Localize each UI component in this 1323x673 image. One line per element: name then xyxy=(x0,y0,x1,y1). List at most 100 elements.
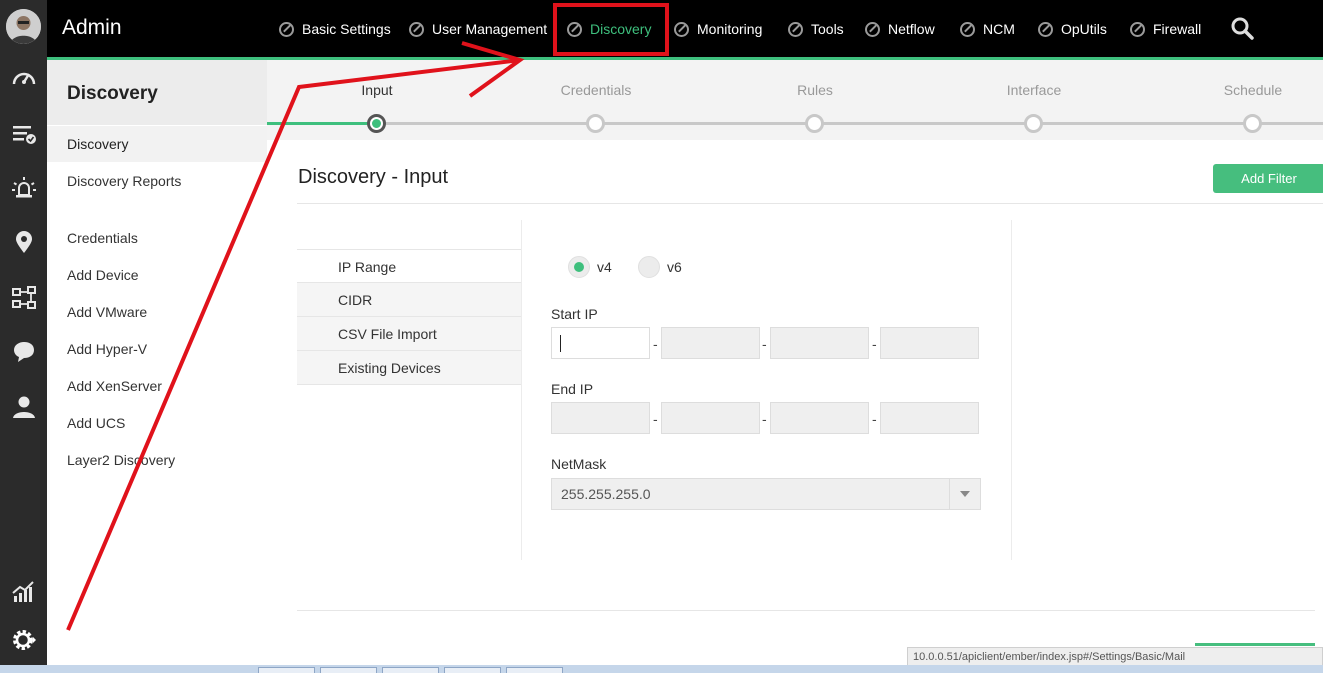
start-ip-octet-1[interactable] xyxy=(551,327,650,359)
main-panel: Input Credentials Rules Interface Schedu… xyxy=(267,60,1323,665)
nav-firewall[interactable]: Firewall xyxy=(1130,18,1201,40)
step-dot-credentials[interactable] xyxy=(586,114,605,133)
start-ip-octet-4[interactable] xyxy=(880,327,979,359)
stepper-progress xyxy=(267,122,377,125)
search-icon[interactable] xyxy=(1230,16,1254,40)
ip-separator: - xyxy=(653,336,658,352)
user-icon[interactable] xyxy=(0,389,47,425)
step-label-input[interactable]: Input xyxy=(317,82,437,98)
radio-label: v6 xyxy=(667,259,682,275)
step-dot-interface[interactable] xyxy=(1024,114,1043,133)
netmask-select[interactable]: 255.255.255.0 xyxy=(551,478,981,510)
nav-label: User Management xyxy=(432,21,548,37)
ip-separator: - xyxy=(872,336,877,352)
step-label-rules[interactable]: Rules xyxy=(755,82,875,98)
discovery-method-tabs: IP Range CIDR CSV File Import Existing D… xyxy=(297,249,522,385)
nav-label: OpUtils xyxy=(1061,21,1107,37)
end-ip-octet-1[interactable] xyxy=(551,402,650,434)
divider xyxy=(521,220,522,560)
nav-monitoring[interactable]: Monitoring xyxy=(674,18,762,40)
end-ip-octet-4[interactable] xyxy=(880,402,979,434)
page-title: Discovery - Input xyxy=(298,166,449,188)
netmask-value: 255.255.255.0 xyxy=(561,486,651,502)
nav-oputils[interactable]: OpUtils xyxy=(1038,18,1107,40)
ip-separator: - xyxy=(762,411,767,427)
compass-icon xyxy=(1038,21,1053,37)
map-pin-icon[interactable] xyxy=(0,224,47,260)
step-label-interface[interactable]: Interface xyxy=(974,82,1094,98)
compass-icon xyxy=(674,21,689,37)
add-filter-button[interactable]: Add Filter xyxy=(1213,164,1323,193)
step-dot-schedule[interactable] xyxy=(1243,114,1262,133)
ip-separator: - xyxy=(762,336,767,352)
tab-ip-range[interactable]: IP Range xyxy=(297,249,522,283)
start-ip-label: Start IP xyxy=(551,306,598,322)
nav-label: NCM xyxy=(983,21,1015,37)
start-ip-octet-2[interactable] xyxy=(661,327,760,359)
sidebar-item-layer2-discovery[interactable]: Layer2 Discovery xyxy=(47,442,267,478)
sidebar-item-add-device[interactable]: Add Device xyxy=(47,257,267,293)
workflow-icon[interactable] xyxy=(0,280,47,316)
status-bar-url: 10.0.0.51/apiclient/ember/index.jsp#/Set… xyxy=(907,647,1323,667)
icon-rail xyxy=(0,0,47,665)
netmask-label: NetMask xyxy=(551,456,607,472)
compass-icon xyxy=(279,21,294,37)
step-dot-input[interactable] xyxy=(367,114,386,133)
nav-tools[interactable]: Tools xyxy=(788,18,844,40)
compass-icon xyxy=(409,21,424,37)
start-ip-octet-3[interactable] xyxy=(770,327,869,359)
alarms-list-icon[interactable] xyxy=(0,116,47,152)
chat-icon[interactable] xyxy=(0,334,47,370)
select-divider xyxy=(949,479,950,509)
sidebar-item-add-hyper-v[interactable]: Add Hyper-V xyxy=(47,331,267,367)
settings-gear-icon[interactable] xyxy=(0,622,47,658)
tab-existing-devices[interactable]: Existing Devices xyxy=(297,351,522,385)
compass-icon xyxy=(788,21,803,37)
tab-cidr[interactable]: CIDR xyxy=(297,283,522,317)
sidebar-item-discovery[interactable]: Discovery xyxy=(47,126,267,162)
alert-siren-icon[interactable] xyxy=(0,170,47,206)
end-ip-label: End IP xyxy=(551,381,594,397)
taskbar-button[interactable] xyxy=(444,667,501,673)
discovery-stepper: Input Credentials Rules Interface Schedu… xyxy=(267,60,1323,140)
os-taskbar xyxy=(0,665,1323,673)
radio-ipv6[interactable]: v6 xyxy=(638,256,682,278)
end-ip-octet-3[interactable] xyxy=(770,402,869,434)
discovery-sidebar: Discovery Discovery Discovery Reports Cr… xyxy=(47,60,267,665)
nav-user-management[interactable]: User Management xyxy=(409,18,547,40)
sidebar-item-discovery-reports[interactable]: Discovery Reports xyxy=(47,163,267,199)
compass-icon xyxy=(1130,21,1145,37)
ip-separator: - xyxy=(872,411,877,427)
sidebar-title: Discovery xyxy=(47,60,267,125)
sidebar-item-add-xenserver[interactable]: Add XenServer xyxy=(47,368,267,404)
nav-ncm[interactable]: NCM xyxy=(960,18,1015,40)
divider xyxy=(297,610,1315,611)
taskbar-button[interactable] xyxy=(382,667,439,673)
radio-ipv4[interactable]: v4 xyxy=(568,256,612,278)
sidebar-item-add-vmware[interactable]: Add VMware xyxy=(47,294,267,330)
discovery-highlight-box xyxy=(553,3,669,56)
compass-icon xyxy=(960,21,975,37)
taskbar-button[interactable] xyxy=(258,667,315,673)
nav-basic-settings[interactable]: Basic Settings xyxy=(279,18,391,40)
step-label-schedule[interactable]: Schedule xyxy=(1193,82,1313,98)
step-label-credentials[interactable]: Credentials xyxy=(536,82,656,98)
app-title: Admin xyxy=(62,16,122,39)
ip-separator: - xyxy=(653,411,658,427)
nav-label: Monitoring xyxy=(697,21,763,37)
step-dot-rules[interactable] xyxy=(805,114,824,133)
sidebar-item-credentials[interactable]: Credentials xyxy=(47,220,267,256)
tab-csv-file-import[interactable]: CSV File Import xyxy=(297,317,522,351)
sidebar-item-add-ucs[interactable]: Add UCS xyxy=(47,405,267,441)
nav-label: Firewall xyxy=(1153,21,1202,37)
partial-button-edge xyxy=(1195,643,1315,646)
radio-circle xyxy=(638,256,660,278)
dashboard-gauge-icon[interactable] xyxy=(0,60,47,96)
avatar[interactable] xyxy=(6,9,41,44)
nav-label: Tools xyxy=(811,21,844,37)
taskbar-button[interactable] xyxy=(506,667,563,673)
nav-netflow[interactable]: Netflow xyxy=(865,18,935,40)
end-ip-octet-2[interactable] xyxy=(661,402,760,434)
reports-chart-icon[interactable] xyxy=(0,574,47,610)
taskbar-button[interactable] xyxy=(320,667,377,673)
